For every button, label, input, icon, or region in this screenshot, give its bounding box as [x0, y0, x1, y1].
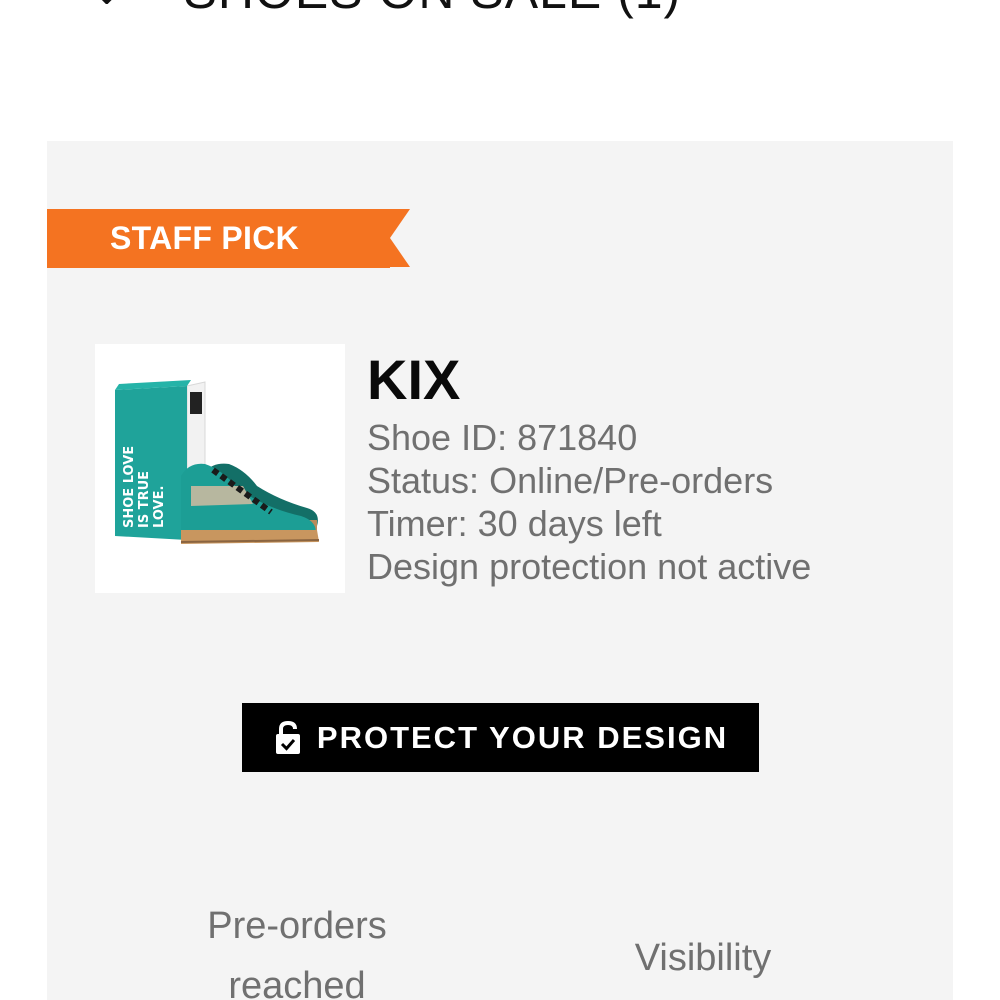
shoe-name[interactable]: KIX [367, 346, 811, 414]
unlock-icon [275, 720, 300, 754]
shoe-card: STAFF PICK SHOE LOVE IS TRUE LOVE. KIX S… [47, 141, 953, 1000]
preorders-label-line2: reached [228, 965, 366, 1000]
section-title[interactable]: SHOES ON SALE (1) [184, 0, 682, 20]
page: ⌄ SHOES ON SALE (1) STAFF PICK SHOE LOVE… [0, 0, 1000, 1000]
preorders-label-line1: Pre-orders [207, 905, 387, 947]
box-text-line1: SHOE LOVE [122, 446, 137, 528]
protect-design-label: PROTECT YOUR DESIGN [316, 719, 729, 755]
visibility-value: PUBLIC [553, 988, 853, 1000]
shoe-id: Shoe ID: 871840 [367, 417, 638, 458]
staff-pick-ribbon: STAFF PICK [47, 209, 410, 268]
shoe-timer: Timer: 30 days left [367, 503, 662, 544]
protect-design-button[interactable]: PROTECT YOUR DESIGN [242, 703, 759, 772]
design-protection-status: Design protection not active [367, 546, 812, 587]
section-header[interactable]: ⌄ SHOES ON SALE (1) [90, 0, 681, 20]
shoe-status: Status: Online/Pre-orders [367, 460, 774, 501]
chevron-down-icon[interactable]: ⌄ [90, 0, 124, 11]
shoe-info: KIX Shoe ID: 871840 Status: Online/Pre-o… [367, 346, 811, 588]
visibility-stat: Visibility PUBLIC [553, 928, 853, 1000]
box-text-line2: IS TRUE [137, 471, 152, 528]
preorders-stat: Pre-orders reached [147, 896, 447, 1000]
box-text-line3: LOVE. [152, 486, 167, 528]
staff-pick-label: STAFF PICK [110, 220, 300, 256]
shoe-thumbnail[interactable]: SHOE LOVE IS TRUE LOVE. [95, 344, 345, 593]
visibility-label: Visibility [634, 937, 772, 979]
shoe-image: SHOE LOVE IS TRUE LOVE. [115, 380, 320, 544]
